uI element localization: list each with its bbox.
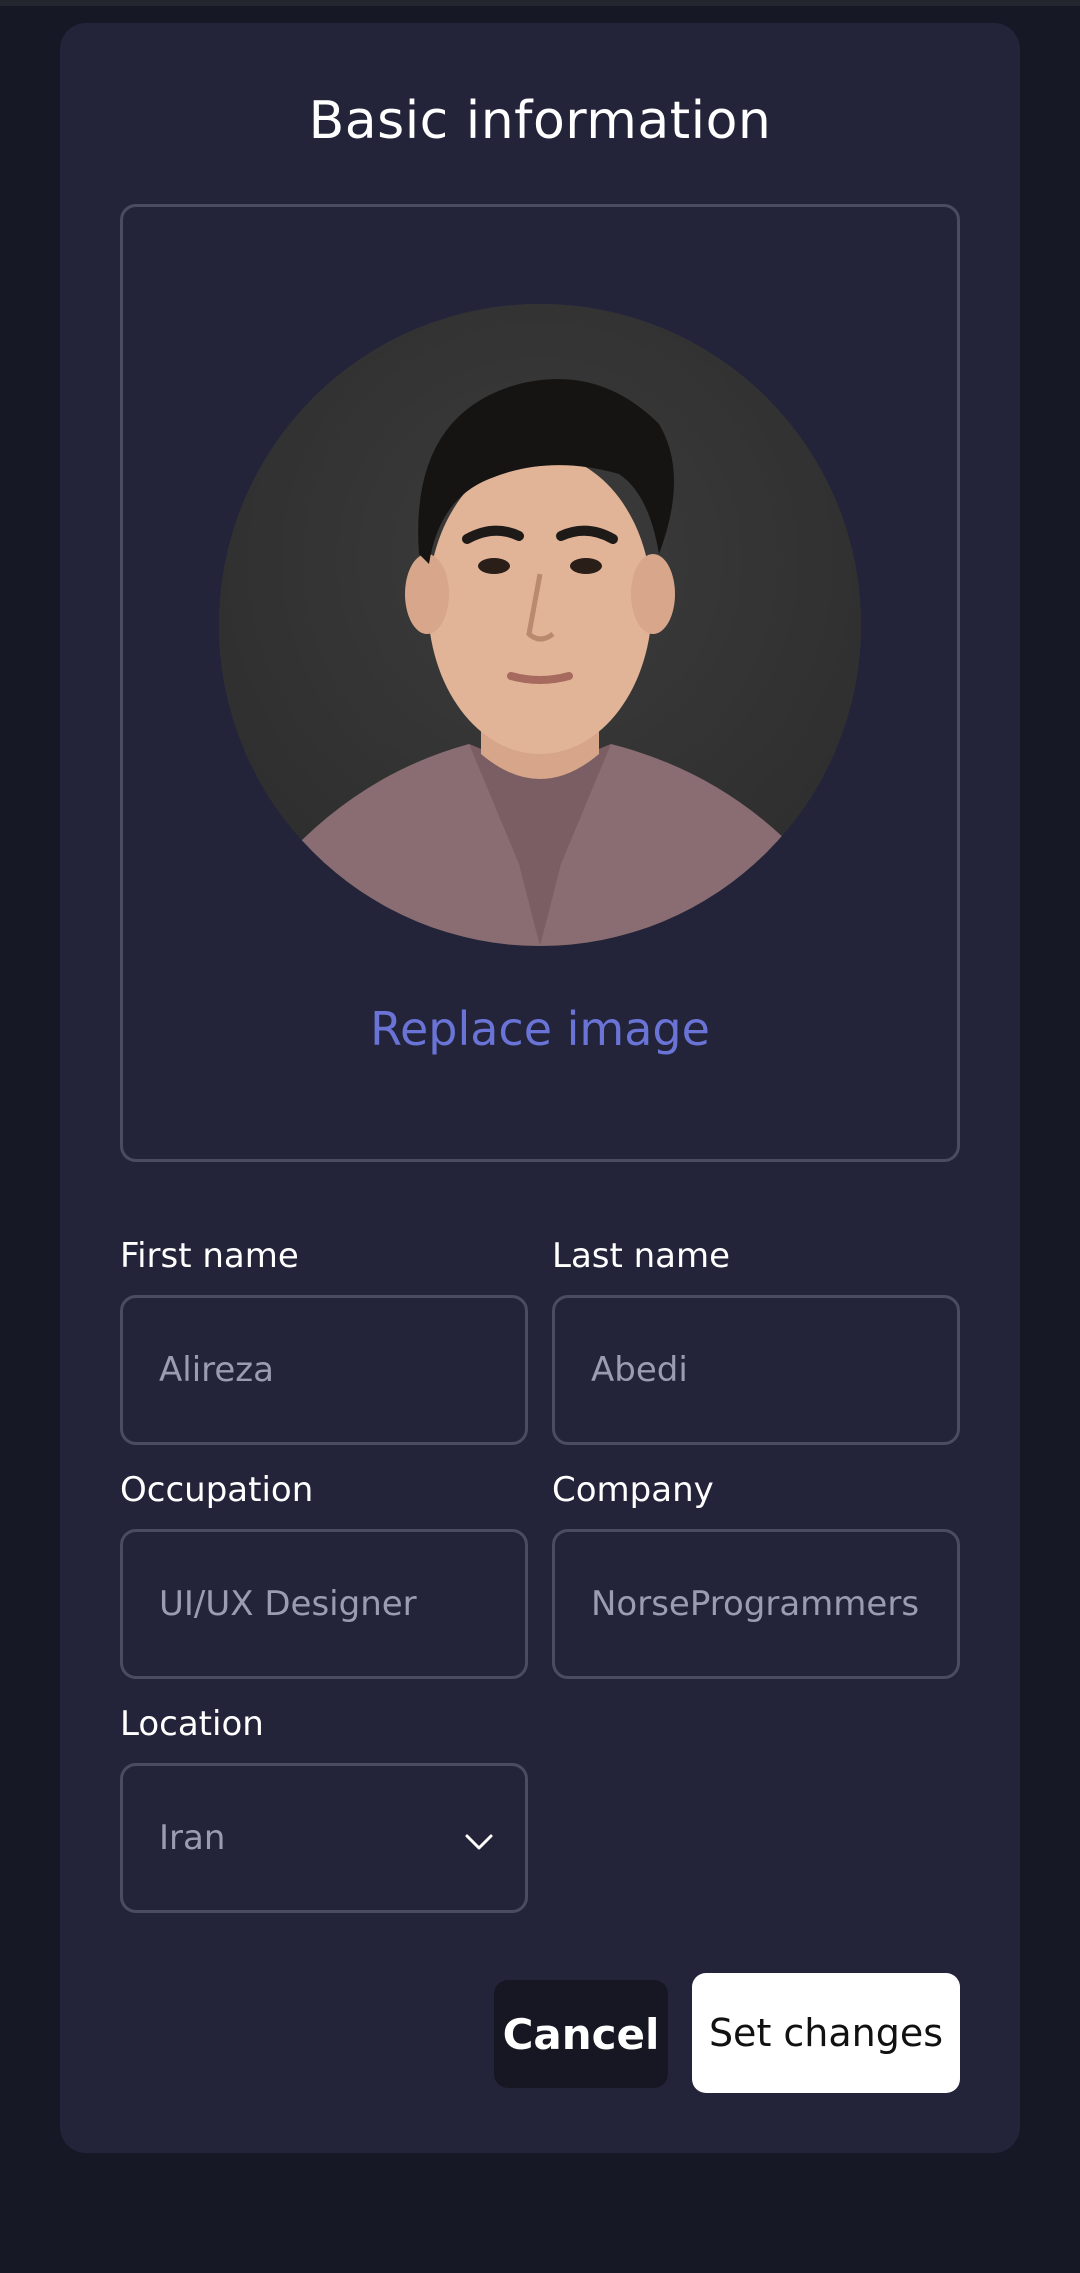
last-name-value: Abedi — [591, 1350, 688, 1390]
occupation-label: Occupation — [120, 1470, 314, 1510]
last-name-label: Last name — [552, 1236, 731, 1276]
occupation-value: UI/UX Designer — [159, 1584, 417, 1624]
location-select[interactable]: Iran — [120, 1763, 528, 1913]
company-field[interactable]: NorseProgrammers — [552, 1529, 960, 1679]
company-value: NorseProgrammers — [591, 1584, 920, 1624]
first-name-field[interactable]: Alireza — [120, 1295, 528, 1445]
basic-information-card: Basic information Replace image First na… — [60, 23, 1020, 2153]
chevron-down-icon — [465, 1834, 493, 1850]
first-name-label: First name — [120, 1236, 299, 1276]
replace-image-link[interactable]: Replace image — [123, 1002, 957, 1056]
first-name-value: Alireza — [159, 1350, 274, 1390]
location-value: Iran — [159, 1818, 226, 1858]
avatar — [219, 304, 861, 946]
occupation-field[interactable]: UI/UX Designer — [120, 1529, 528, 1679]
last-name-field[interactable]: Abedi — [552, 1295, 960, 1445]
location-label: Location — [120, 1704, 264, 1744]
top-edge — [0, 0, 1080, 6]
page-title: Basic information — [308, 91, 772, 151]
profile-photo-panel: Replace image — [120, 204, 960, 1162]
company-label: Company — [552, 1470, 714, 1510]
cancel-button[interactable]: Cancel — [494, 1980, 668, 2088]
set-changes-button[interactable]: Set changes — [692, 1973, 960, 2093]
